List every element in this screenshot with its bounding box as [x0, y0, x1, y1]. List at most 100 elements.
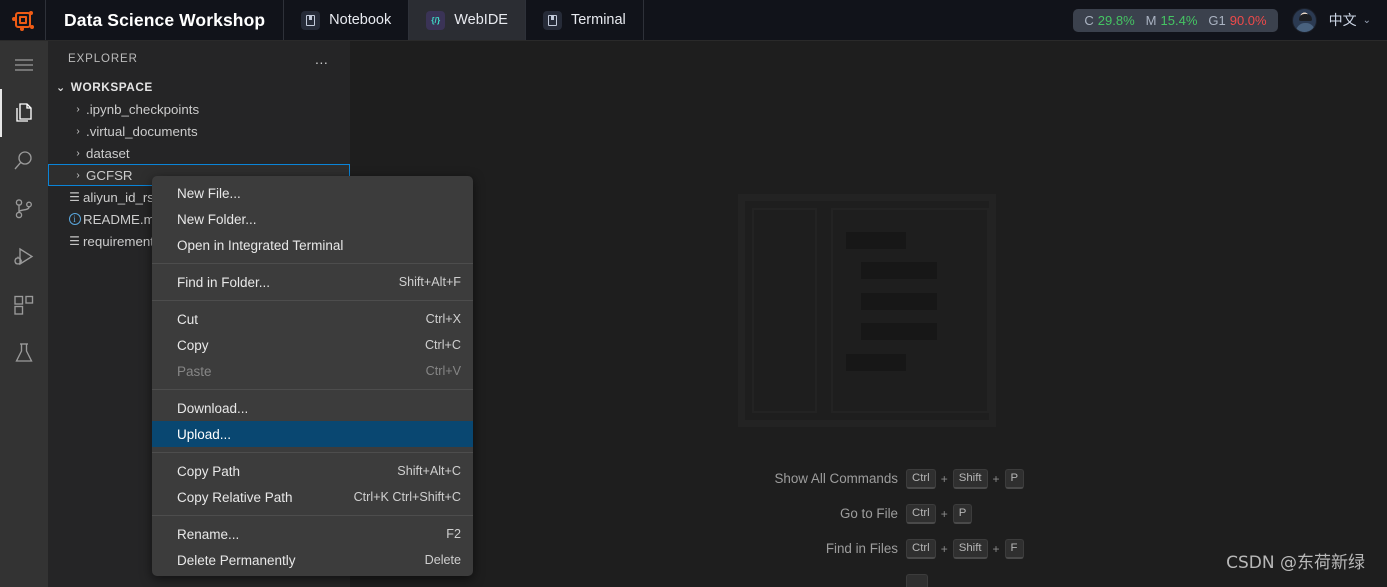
tab-terminal-label: Terminal — [570, 12, 626, 28]
resource-metrics-badge: C 29.8% M 15.4% G1 90.0% — [1073, 8, 1278, 32]
tree-item-label: GCFSR — [86, 167, 133, 183]
editor-area: Show All Commands Ctrl + Shift + P Go to… — [350, 41, 1387, 587]
shortcut-keys: Ctrl + Shift + P — [906, 468, 1070, 489]
tab-webide[interactable]: {/} WebIDE — [409, 0, 526, 40]
explorer-title: EXPLORER — [68, 52, 138, 65]
menu-item-copy-relative-path[interactable]: Copy Relative Path Ctrl+K Ctrl+Shift+C — [152, 484, 473, 510]
shortcut-keys: Ctrl + P — [906, 503, 1070, 524]
app-title: Data Science Workshop — [46, 0, 285, 40]
plus-sign: + — [992, 471, 1000, 486]
key-cap: Ctrl — [906, 468, 936, 489]
language-label: 中文 — [1328, 13, 1357, 29]
tab-notebook-label: Notebook — [329, 12, 392, 28]
avatar[interactable] — [1291, 7, 1317, 33]
file-lines-icon: ☰ — [69, 234, 80, 248]
menu-item-shortcut: Shift+Alt+C — [397, 464, 461, 478]
menu-item-shortcut: Delete — [424, 553, 461, 567]
menu-item-shortcut: Ctrl+V — [425, 364, 461, 378]
plus-sign: + — [992, 541, 1000, 556]
menu-separator — [152, 300, 473, 301]
menu-item-label: Paste — [177, 363, 212, 379]
tree-item-label: .ipynb_checkpoints — [86, 101, 200, 117]
context-menu: New File... New Folder... Open in Integr… — [152, 176, 473, 576]
webide-window: Data Science Workshop Notebook {/} WebID… — [0, 0, 1387, 587]
menu-item-copy[interactable]: Copy Ctrl+C — [152, 332, 473, 358]
cpu-value: 29.8% — [1097, 12, 1135, 28]
activity-bar — [0, 41, 48, 587]
key-cap: Shift — [952, 468, 988, 489]
tree-root-label: WORKSPACE — [70, 80, 153, 94]
plus-sign: + — [940, 541, 948, 556]
chevron-right-icon: › — [76, 147, 80, 159]
tab-terminal[interactable]: Terminal — [526, 0, 644, 40]
header-spacer — [644, 0, 1074, 40]
menu-item-cut[interactable]: Cut Ctrl+X — [152, 306, 473, 332]
menu-item-label: Copy — [177, 337, 209, 353]
memory-label: M — [1145, 12, 1157, 28]
key-cap: F — [1004, 538, 1024, 559]
run-and-debug-icon[interactable] — [0, 233, 48, 281]
key-cap: P — [1004, 468, 1025, 489]
menu-item-paste: Paste Ctrl+V — [152, 358, 473, 384]
menu-item-label: Download... — [177, 400, 249, 416]
menu-item-label: Cut — [177, 311, 199, 327]
menu-item-label: Rename... — [177, 526, 240, 542]
menu-item-shortcut: Ctrl+X — [425, 312, 461, 326]
menu-item-shortcut: F2 — [446, 527, 461, 541]
key-cap: Ctrl — [906, 503, 936, 524]
tab-webide-label: WebIDE — [454, 12, 508, 28]
menu-icon[interactable] — [0, 41, 48, 89]
tree-item-ipynb-checkpoints[interactable]: › .ipynb_checkpoints — [48, 98, 350, 120]
editor-layout-icon — [738, 194, 996, 427]
menu-item-label: Delete Permanently — [177, 552, 296, 568]
chevron-right-icon: › — [76, 103, 80, 115]
menu-item-open-in-integrated-terminal[interactable]: Open in Integrated Terminal — [152, 232, 473, 258]
menu-separator — [152, 452, 473, 453]
menu-item-label: New File... — [177, 185, 241, 201]
menu-item-find-in-folder[interactable]: Find in Folder... Shift+Alt+F — [152, 269, 473, 295]
tree-item-label: dataset — [86, 145, 130, 161]
extensions-icon[interactable] — [0, 281, 48, 329]
gpu-label: G1 — [1208, 12, 1226, 28]
csdn-watermark: CSDN @东荷新绿 — [1226, 553, 1365, 573]
menu-item-copy-path[interactable]: Copy Path Shift+Alt+C — [152, 458, 473, 484]
menu-separator — [152, 263, 473, 264]
shortcut-label: Find in Files — [825, 541, 898, 556]
menu-item-shortcut: Shift+Alt+F — [398, 275, 461, 289]
key-cap: P — [952, 503, 973, 524]
search-icon[interactable] — [0, 137, 48, 185]
tree-item-label: .virtual_documents — [86, 123, 198, 139]
shortcut-keys-partial — [906, 573, 1070, 587]
testing-icon[interactable] — [0, 329, 48, 377]
explorer-header: EXPLORER … — [48, 41, 350, 76]
tree-root-workspace[interactable]: ⌄ WORKSPACE — [48, 76, 350, 98]
menu-item-delete-permanently[interactable]: Delete Permanently Delete — [152, 547, 473, 573]
language-selector[interactable]: 中文 ⌄ — [1329, 10, 1371, 30]
terminal-icon — [542, 10, 562, 30]
code-brackets-icon: {/} — [426, 10, 446, 30]
tree-item-dataset[interactable]: › dataset — [48, 142, 350, 164]
tree-item-label: README.md — [83, 211, 163, 227]
file-lines-icon: ☰ — [69, 190, 80, 204]
menu-item-label: Upload... — [177, 426, 232, 442]
app-logo[interactable] — [0, 0, 46, 40]
menu-item-shortcut: Ctrl+K Ctrl+Shift+C — [353, 490, 461, 504]
tree-item-virtual-documents[interactable]: › .virtual_documents — [48, 120, 350, 142]
menu-item-label: New Folder... — [177, 211, 257, 227]
menu-item-new-file[interactable]: New File... — [152, 180, 473, 206]
menu-item-upload[interactable]: Upload... — [152, 421, 473, 447]
tree-item-label: aliyun_id_rsa — [83, 189, 162, 205]
menu-item-label: Find in Folder... — [177, 274, 271, 290]
menu-item-new-folder[interactable]: New Folder... — [152, 206, 473, 232]
menu-item-download[interactable]: Download... — [152, 395, 473, 421]
explorer-icon[interactable] — [0, 89, 48, 137]
more-actions-icon[interactable]: … — [314, 51, 330, 67]
source-control-icon[interactable] — [0, 185, 48, 233]
plus-sign: + — [940, 506, 948, 521]
menu-item-rename[interactable]: Rename... F2 — [152, 521, 473, 547]
tab-notebook[interactable]: Notebook — [284, 0, 410, 40]
pai-logo-icon — [11, 9, 34, 31]
key-cap — [906, 573, 928, 587]
menu-item-label: Open in Integrated Terminal — [177, 237, 344, 253]
chevron-down-icon: ⌄ — [56, 81, 66, 94]
